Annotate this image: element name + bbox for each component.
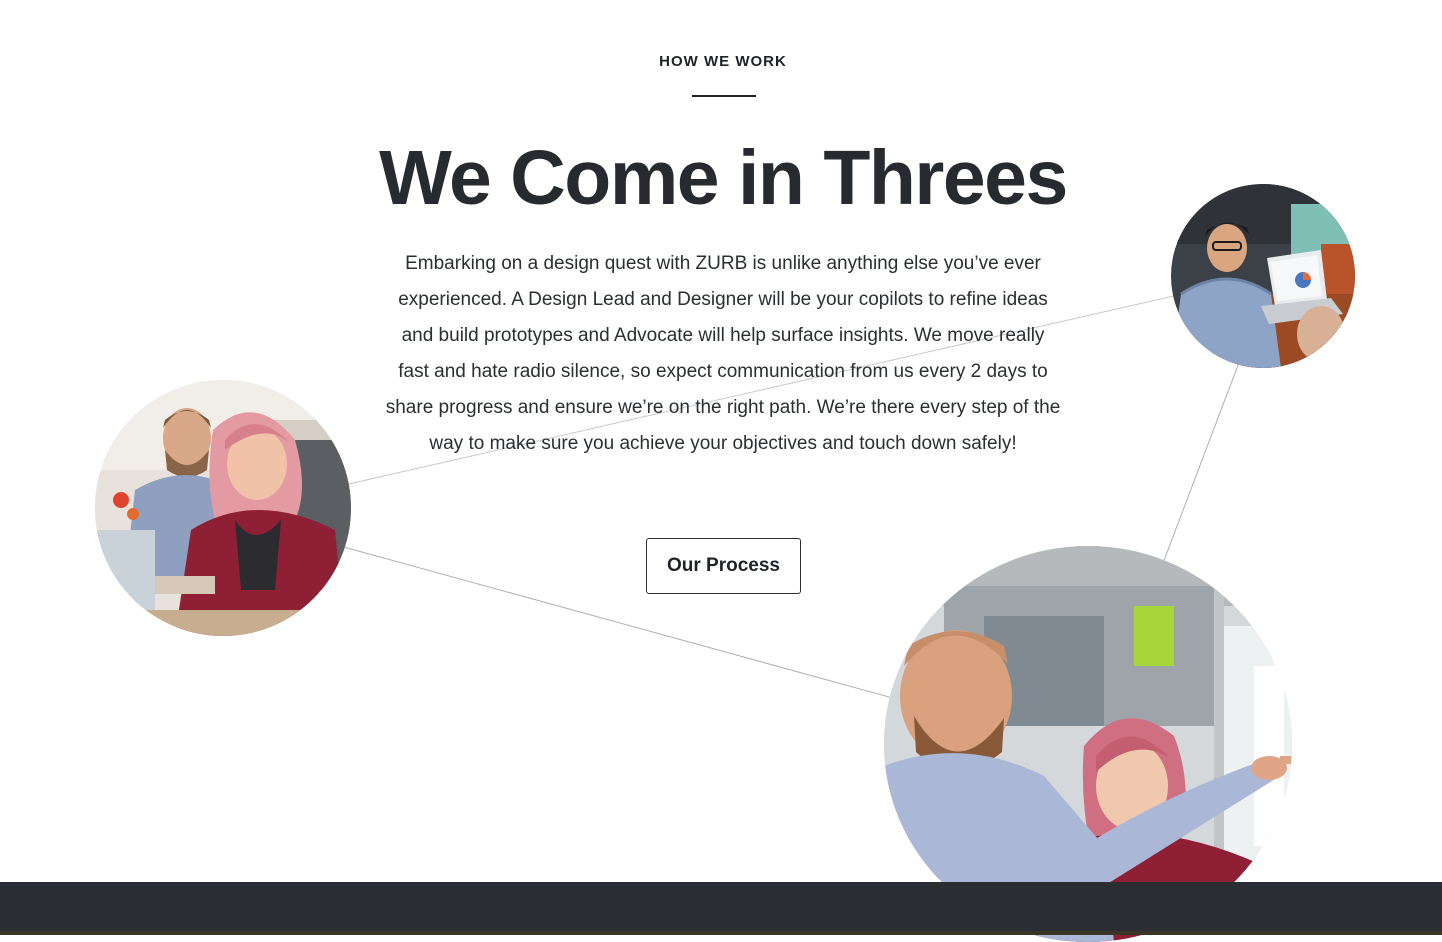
team-photo-top-right	[1171, 184, 1355, 368]
footer-band	[0, 882, 1442, 935]
section-eyebrow: HOW WE WORK	[659, 53, 787, 70]
eyebrow-divider	[692, 95, 756, 97]
our-process-button[interactable]: Our Process	[646, 538, 801, 594]
section-body-text: Embarking on a design quest with ZURB is…	[385, 253, 1061, 454]
footer-band-edge	[0, 931, 1442, 935]
team-photo-left	[95, 380, 351, 636]
